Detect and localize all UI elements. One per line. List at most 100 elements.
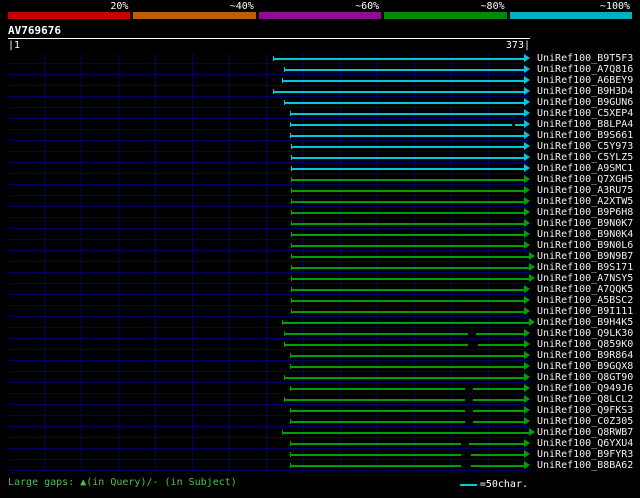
hit-label[interactable]: UniRef100_Q6YXU4 [537,438,633,449]
hit-label[interactable]: UniRef100_B9S661 [537,130,633,141]
alignment-row: UniRef100_B8BA62 [8,460,640,471]
hit-label[interactable]: UniRef100_A9SMC1 [537,163,633,174]
alignment-bar[interactable] [290,405,530,416]
hit-label[interactable]: UniRef100_Q8LCL2 [537,394,633,405]
gap-mark [461,463,472,469]
hit-label[interactable]: UniRef100_B9P6H8 [537,207,633,218]
alignment-bar[interactable] [284,394,530,405]
hit-label[interactable]: UniRef100_Q949J6 [537,383,633,394]
hit-label[interactable]: UniRef100_B9R864 [537,350,633,361]
alignment-bar[interactable] [291,152,530,163]
hit-label[interactable]: UniRef100_A2XTW5 [537,196,633,207]
alignment-bar[interactable] [291,229,530,240]
alignment-bar[interactable] [273,86,530,97]
gap-mark [511,122,515,128]
hit-label[interactable]: UniRef100_C0Z305 [537,416,633,427]
alignment-bar[interactable] [291,163,530,174]
alignment-row: UniRef100_C5XEP4 [8,108,640,119]
hit-label[interactable]: UniRef100_A6BEY9 [537,75,633,86]
hit-label[interactable]: UniRef100_B8BA62 [537,460,633,471]
hit-label[interactable]: UniRef100_B9N9B7 [537,251,633,262]
hit-label[interactable]: UniRef100_B9N0L6 [537,240,633,251]
alignment-bar[interactable] [290,438,530,449]
hit-label[interactable]: UniRef100_B9S171 [537,262,633,273]
alignment-bar[interactable] [284,328,530,339]
alignment-bar[interactable] [290,119,530,130]
hit-label[interactable]: UniRef100_B8LPA4 [537,119,633,130]
hit-label[interactable]: UniRef100_C5XEP4 [537,108,633,119]
alignment-bar[interactable] [290,416,530,427]
alignment-row: UniRef100_B9GQX8 [8,361,640,372]
hit-label[interactable]: UniRef100_A5BSC2 [537,295,633,306]
alignment-bar[interactable] [291,207,530,218]
alignment-row: UniRef100_B9P6H8 [8,207,640,218]
arrow-head-icon [523,230,530,238]
alignment-bar[interactable] [291,240,530,251]
alignment-bar[interactable] [291,306,530,317]
alignment-bar[interactable] [290,449,530,460]
alignment-bar[interactable] [290,350,530,361]
hit-label[interactable]: UniRef100_Q8RWB7 [537,427,633,438]
hit-label[interactable]: UniRef100_C5YLZ5 [537,152,633,163]
scale-segment: ~80% [384,1,507,19]
alignment-track [8,152,530,163]
alignment-track [8,416,530,427]
alignment-bar[interactable] [290,383,530,394]
bar-line [291,168,525,170]
hit-label[interactable]: UniRef100_B9H3D4 [537,86,633,97]
alignment-bar[interactable] [291,174,530,185]
alignment-bar[interactable] [290,108,530,119]
bar-line [291,256,530,258]
hit-label[interactable]: UniRef100_B9N0K4 [537,229,633,240]
hit-label[interactable]: UniRef100_A7NSY5 [537,273,633,284]
alignment-bar[interactable] [290,460,530,471]
alignment-bar[interactable] [284,97,530,108]
hit-label[interactable]: UniRef100_Q859K0 [537,339,633,350]
alignment-bar[interactable] [273,53,530,64]
hit-label[interactable]: UniRef100_C5Y973 [537,141,633,152]
hit-label[interactable]: UniRef100_B9FYR3 [537,449,633,460]
arrow-head-icon [523,208,530,216]
arrow-head-icon [523,164,530,172]
hit-label[interactable]: UniRef100_B9N0K7 [537,218,633,229]
ruler-end: 373| [505,40,530,51]
hit-label[interactable]: UniRef100_B9T5F3 [537,53,633,64]
hit-label[interactable]: UniRef100_A7Q816 [537,64,633,75]
hit-label[interactable]: UniRef100_B9GQX8 [537,361,633,372]
alignment-bar[interactable] [284,339,530,350]
hit-label[interactable]: UniRef100_Q7XGH5 [537,174,633,185]
alignment-track [8,218,530,229]
hit-label[interactable]: UniRef100_Q9FKS3 [537,405,633,416]
alignment-bar[interactable] [291,218,530,229]
alignment-bar[interactable] [291,284,530,295]
alignment-bar[interactable] [291,196,530,207]
hit-label[interactable]: UniRef100_B9I111 [537,306,633,317]
hit-label[interactable]: UniRef100_A3RU75 [537,185,633,196]
alignment-bar[interactable] [284,64,530,75]
hit-label[interactable]: UniRef100_Q8GT90 [537,372,633,383]
alignment-row: UniRef100_B9N0K7 [8,218,640,229]
alignment-bar[interactable] [284,372,530,383]
alignment-bar[interactable] [291,273,535,284]
hit-label[interactable]: UniRef100_A7QQK5 [537,284,633,295]
alignment-bar[interactable] [291,141,530,152]
alignment-bar[interactable] [291,295,530,306]
hit-label[interactable]: UniRef100_B9GUN6 [537,97,633,108]
alignment-bar[interactable] [281,427,535,438]
alignment-bar[interactable] [291,185,530,196]
hit-label[interactable]: UniRef100_B9H4K5 [537,317,633,328]
alignment-bar[interactable] [281,317,535,328]
alignment-bar[interactable] [291,262,535,273]
bar-line [290,421,525,423]
arrow-head-icon [523,285,530,293]
alignment-bar[interactable] [281,75,530,86]
alignment-track [8,108,530,119]
arrow-head-icon [523,98,530,106]
gap-mark [461,441,470,447]
arrow-head-icon [528,428,535,436]
hit-label[interactable]: UniRef100_Q9LK30 [537,328,633,339]
alignment-bar[interactable] [290,130,530,141]
alignment-bar[interactable] [290,361,530,372]
scale-segment: ~100% [509,1,633,19]
alignment-bar[interactable] [291,251,535,262]
